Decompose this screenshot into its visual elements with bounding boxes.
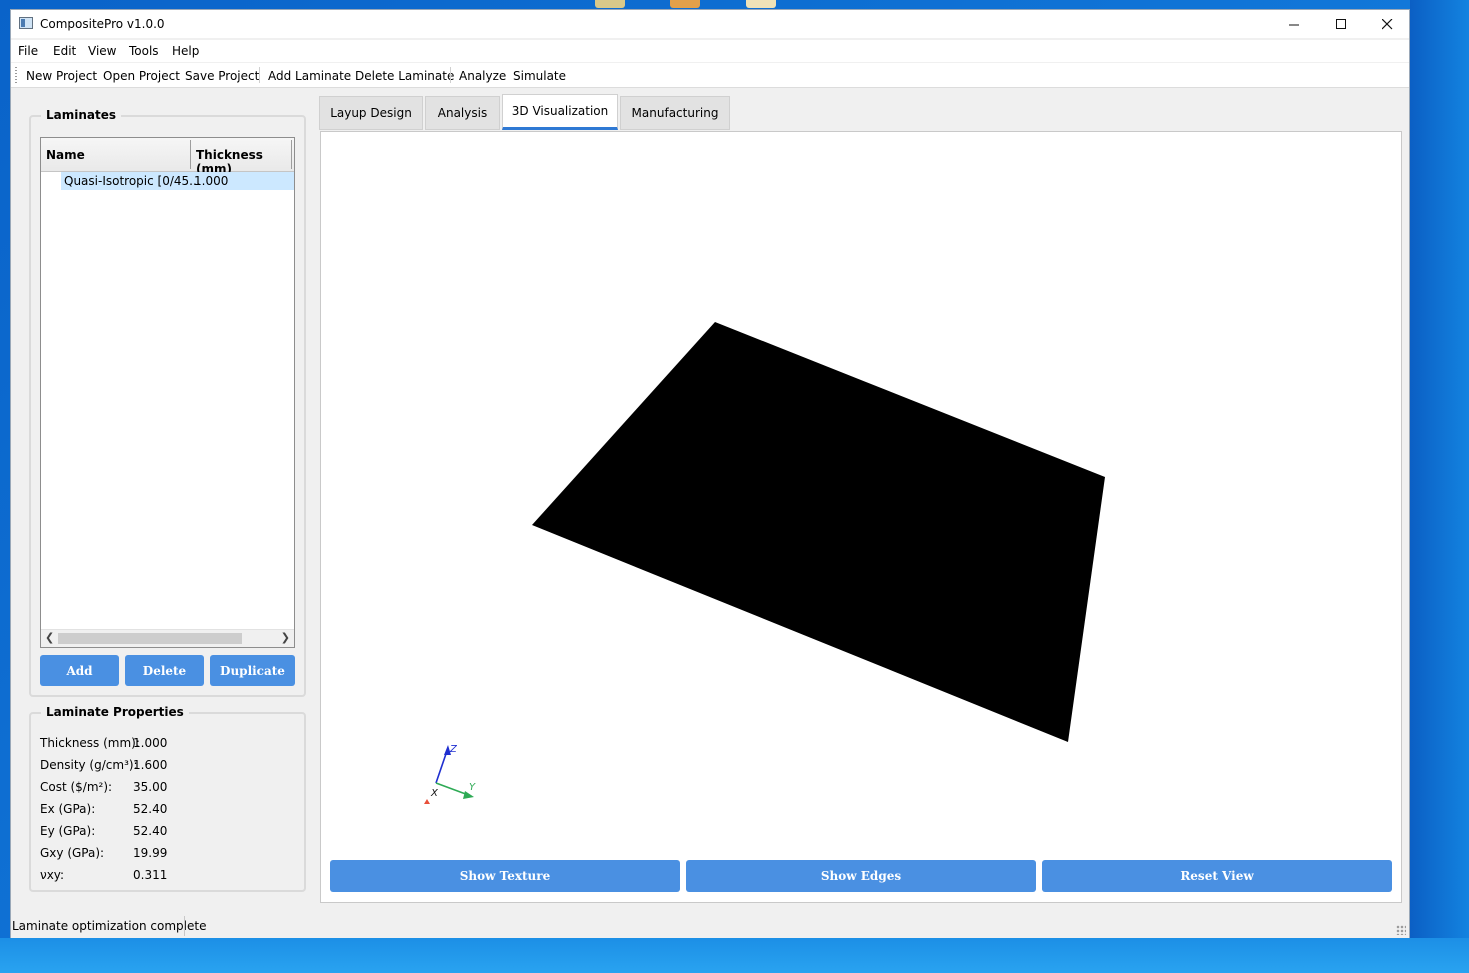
scroll-left-icon[interactable]: ❮	[45, 631, 54, 644]
show-edges-button[interactable]: Show Edges	[686, 860, 1036, 892]
menu-bar: File Edit View Tools Help	[11, 40, 1409, 62]
minimize-icon	[1288, 24, 1299, 25]
prop-value-gxy: 19.99	[133, 846, 168, 860]
duplicate-button[interactable]: Duplicate	[210, 655, 295, 686]
delete-button[interactable]: Delete	[125, 655, 204, 686]
simulate-button[interactable]: Simulate	[513, 69, 566, 83]
x-axis-label: X	[430, 788, 439, 799]
column-divider[interactable]	[291, 140, 292, 169]
scroll-right-icon[interactable]: ❯	[281, 631, 290, 644]
z-axis-label: Z	[449, 744, 458, 755]
laminate-list[interactable]: Name Thickness (mm) Quasi-Isotropic [0/4…	[40, 137, 295, 648]
open-project-button[interactable]: Open Project	[103, 69, 180, 83]
add-button[interactable]: Add	[40, 655, 119, 686]
toolbar-separator	[450, 67, 451, 83]
laminates-group-title: Laminates	[41, 108, 122, 122]
laminate-plate	[532, 322, 1105, 742]
prop-label-thickness: Thickness (mm):	[40, 736, 140, 750]
resize-grip-icon[interactable]	[1396, 925, 1406, 935]
laminate-thickness-cell: 1.000	[194, 174, 229, 188]
visualization-panel: Z Y X Show Texture Show Edges Reset View	[320, 131, 1402, 903]
list-header: Name Thickness (mm)	[41, 138, 294, 176]
laminate-name-cell: Quasi-Isotropic [0/45...	[64, 174, 201, 188]
toolbar: New Project Open Project Save Project Ad…	[11, 63, 1409, 88]
maximize-button[interactable]	[1318, 10, 1364, 38]
window-title: CompositePro v1.0.0	[40, 17, 165, 31]
status-message: Laminate optimization complete	[12, 919, 207, 933]
prop-value-ex: 52.40	[133, 802, 168, 816]
scrollbar-thumb[interactable]	[58, 633, 242, 644]
prop-value-thickness: 1.000	[133, 736, 168, 750]
analyze-button[interactable]: Analyze	[459, 69, 506, 83]
main-window: CompositePro v1.0.0 File Edit View Tools…	[10, 9, 1410, 938]
close-icon	[1381, 18, 1392, 29]
minimize-button[interactable]	[1271, 10, 1317, 38]
prop-value-density: 1.600	[133, 758, 168, 772]
tab-manufacturing[interactable]: Manufacturing	[620, 96, 730, 130]
horizontal-scrollbar[interactable]: ❮ ❯	[41, 629, 294, 647]
taskbar-app-icon[interactable]	[595, 0, 625, 8]
taskbar-app-icon[interactable]	[746, 0, 776, 8]
column-divider[interactable]	[190, 140, 191, 169]
new-project-button[interactable]: New Project	[26, 69, 97, 83]
taskbar-area	[0, 938, 1469, 973]
prop-value-vxy: 0.311	[133, 868, 168, 882]
menu-help[interactable]: Help	[172, 44, 199, 58]
prop-value-ey: 52.40	[133, 824, 168, 838]
column-header-name[interactable]: Name	[46, 148, 85, 162]
title-bar[interactable]: CompositePro v1.0.0	[11, 10, 1409, 38]
taskbar-app-icon[interactable]	[670, 0, 700, 8]
reset-view-button[interactable]: Reset View	[1042, 860, 1392, 892]
prop-label-cost: Cost ($/m²):	[40, 780, 113, 794]
delete-laminate-button[interactable]: Delete Laminate	[355, 69, 454, 83]
menu-tools[interactable]: Tools	[129, 44, 159, 58]
prop-label-gxy: Gxy (GPa):	[40, 846, 105, 860]
menu-file[interactable]: File	[18, 44, 38, 58]
save-project-button[interactable]: Save Project	[185, 69, 259, 83]
y-axis-label: Y	[469, 782, 476, 793]
prop-label-ey: Ey (GPa):	[40, 824, 96, 838]
menu-edit[interactable]: Edit	[53, 44, 76, 58]
3d-viewport[interactable]: Z Y X	[321, 132, 1401, 902]
prop-label-ex: Ex (GPa):	[40, 802, 96, 816]
prop-label-vxy: νxy:	[40, 868, 65, 882]
desktop-background	[1410, 0, 1469, 973]
toolbar-separator	[259, 67, 260, 83]
close-button[interactable]	[1364, 10, 1410, 38]
tab-analysis[interactable]: Analysis	[425, 96, 500, 130]
table-row[interactable]: Quasi-Isotropic [0/45... 1.000	[61, 172, 294, 190]
tab-3d-visualization[interactable]: 3D Visualization	[502, 94, 618, 130]
x-axis-arrow	[424, 799, 430, 804]
menu-view[interactable]: View	[88, 44, 116, 58]
app-icon	[19, 17, 33, 29]
show-texture-button[interactable]: Show Texture	[330, 860, 680, 892]
toolbar-grip[interactable]	[15, 67, 17, 83]
tab-layup-design[interactable]: Layup Design	[319, 96, 423, 130]
status-bar: Laminate optimization complete	[11, 913, 1409, 938]
add-laminate-button[interactable]: Add Laminate	[268, 69, 351, 83]
prop-value-cost: 35.00	[133, 780, 168, 794]
maximize-icon	[1335, 18, 1346, 29]
status-separator	[184, 916, 185, 936]
properties-group-title: Laminate Properties	[41, 705, 189, 719]
prop-label-density: Density (g/cm³):	[40, 758, 138, 772]
